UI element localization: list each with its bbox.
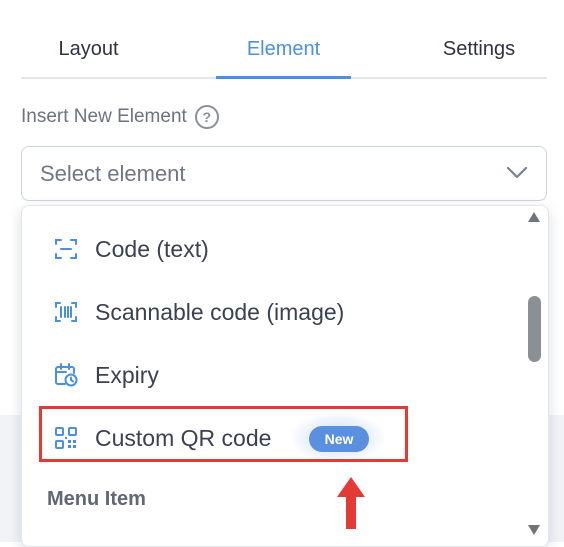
- code-text-icon: [55, 239, 77, 259]
- barcode-icon: [55, 302, 77, 322]
- scroll-up-arrow-icon[interactable]: [527, 211, 541, 223]
- red-arrow-up-icon: [337, 477, 365, 529]
- tab-settings[interactable]: Settings: [411, 22, 547, 78]
- insert-new-element-label: Insert New Element ?: [21, 105, 219, 129]
- menu-item-label: Expiry: [95, 362, 159, 388]
- tab-layout[interactable]: Layout: [21, 22, 156, 78]
- active-tab-indicator: [216, 76, 351, 79]
- menu-item-scannable-code[interactable]: Scannable code (image): [22, 284, 522, 340]
- question-circle-icon[interactable]: ?: [194, 105, 219, 129]
- scroll-down-arrow-icon[interactable]: [527, 524, 541, 536]
- tab-bar: Layout Element Settings: [21, 22, 547, 79]
- scrollbar-thumb[interactable]: [528, 296, 541, 362]
- insert-label-text: Insert New Element: [21, 106, 187, 127]
- tab-element[interactable]: Element: [216, 22, 351, 78]
- chevron-down-icon: [506, 166, 528, 179]
- select-placeholder: Select element: [40, 161, 186, 186]
- menu-item-code-text[interactable]: Code (text): [22, 221, 522, 277]
- menu-item-label: Scannable code (image): [95, 299, 345, 325]
- element-select[interactable]: Select element: [21, 146, 547, 201]
- calendar-clock-icon: [55, 363, 78, 387]
- highlight-box: [39, 406, 408, 462]
- menu-group-heading: Menu Item: [47, 488, 146, 510]
- element-dropdown-list: Code (text) Scannable code (image) Expir…: [21, 205, 549, 547]
- menu-item-expiry[interactable]: Expiry: [22, 347, 522, 403]
- menu-item-label: Code (text): [95, 236, 209, 262]
